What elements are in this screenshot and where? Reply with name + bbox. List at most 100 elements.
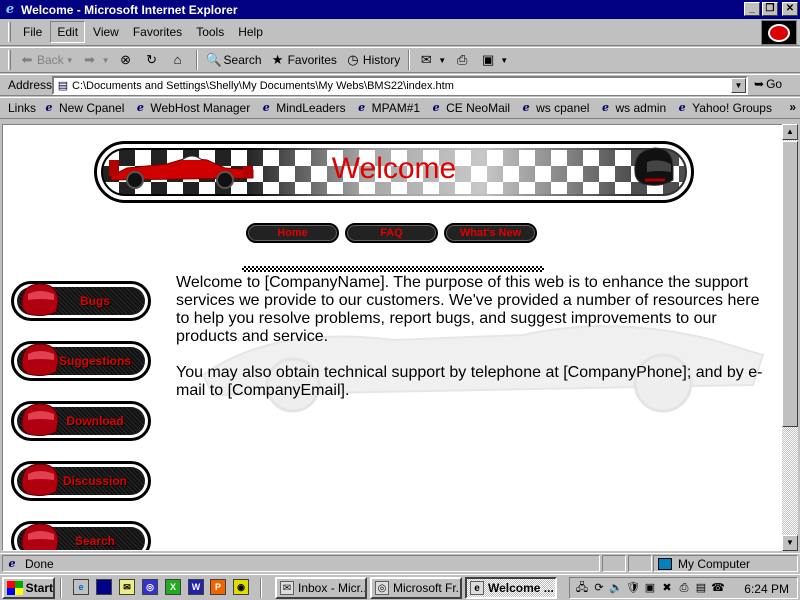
link-ws-cpanel[interactable]: e ws cpanel: [519, 101, 590, 115]
go-button[interactable]: ➥ Go: [754, 77, 782, 91]
link-icon: e: [45, 101, 53, 114]
status-bar: e Done My Computer: [0, 553, 800, 572]
link-icon: e: [601, 101, 609, 114]
start-button[interactable]: Start: [2, 577, 55, 599]
link-yahoo-groups[interactable]: e Yahoo! Groups: [675, 101, 772, 115]
edit-page-button[interactable]: ▣ ▼: [476, 50, 512, 70]
toolbar-grip[interactable]: [8, 50, 11, 70]
menu-favorites[interactable]: Favorites: [127, 22, 188, 42]
link-mpam1[interactable]: e MPAM#1: [355, 101, 420, 115]
close-button[interactable]: ✕: [782, 2, 798, 16]
link-webhost-manager[interactable]: e WebHost Manager: [133, 101, 250, 115]
system-tray: 🖧 ⟳ 🔈 🛡 ▣ ✖ ⎙ ▤ ☎ 6:24 PM: [569, 577, 798, 599]
menu-edit[interactable]: Edit: [50, 21, 86, 43]
home-button[interactable]: ⌂: [166, 50, 192, 70]
frontpage-icon: ◎: [375, 581, 389, 595]
maximize-button[interactable]: ❐: [762, 2, 778, 16]
side-bugs-button[interactable]: Bugs: [11, 281, 151, 321]
back-dropdown-icon[interactable]: ▼: [66, 56, 74, 65]
menu-view[interactable]: View: [87, 22, 125, 42]
vertical-scrollbar[interactable]: ▲ ▼: [782, 124, 798, 551]
nav-home-button[interactable]: Home: [246, 223, 339, 243]
scroll-thumb[interactable]: [782, 141, 798, 427]
side-button-label: Download: [66, 414, 124, 428]
quicklaunch-word-icon[interactable]: W: [188, 579, 204, 595]
link-mindleaders[interactable]: e MindLeaders: [259, 101, 346, 115]
side-button-label: Discussion: [62, 474, 128, 488]
antivirus-icon[interactable]: 🛡: [625, 580, 641, 596]
mail-button[interactable]: ✉ ▼: [414, 50, 450, 70]
forward-dropdown-icon[interactable]: ▼: [102, 56, 110, 65]
back-button[interactable]: ⬅ Back ▼: [15, 50, 78, 70]
stop-icon: ⊗: [120, 52, 131, 67]
links-more-button[interactable]: »: [789, 100, 796, 114]
side-navigation: Bugs Suggestions Download Discussion Sea…: [11, 281, 153, 550]
monitor-icon[interactable]: ▤: [693, 580, 709, 596]
clock[interactable]: 6:24 PM: [744, 582, 789, 596]
side-suggestions-button[interactable]: Suggestions: [11, 341, 151, 381]
address-bar: Address ▤ C:\Documents and Settings\Shel…: [0, 74, 800, 96]
quicklaunch-outlook-icon[interactable]: ✉: [119, 579, 135, 595]
quicklaunch-powerpoint-icon[interactable]: P: [210, 579, 226, 595]
taskbar-divider: [60, 578, 62, 598]
ie-logo-icon: e: [5, 1, 15, 17]
link-ce-neomail[interactable]: e CE NeoMail: [429, 101, 511, 115]
brand-logo-icon: [761, 20, 797, 45]
address-input[interactable]: ▤ C:\Documents and Settings\Shelly\My Do…: [52, 76, 748, 95]
menu-file[interactable]: File: [17, 22, 48, 42]
task-welcome[interactable]: e Welcome ...: [465, 577, 557, 599]
task-frontpage[interactable]: ◎ Microsoft Fr...: [370, 577, 462, 599]
search-button[interactable]: 🔍 Search: [202, 50, 266, 70]
menubar-grip[interactable]: [8, 22, 11, 42]
menu-help[interactable]: Help: [232, 22, 269, 42]
main-text: Welcome to [CompanyName]. The purpose of…: [176, 274, 768, 418]
links-bar: Links e New Cpanel e WebHost Manager e Mind…: [0, 97, 800, 119]
task-inbox[interactable]: ✉ Inbox - Micr...: [275, 577, 367, 599]
task-label: Inbox - Micr...: [298, 581, 367, 595]
link-icon: e: [358, 101, 366, 114]
quicklaunch-app-icon[interactable]: ◉: [233, 579, 249, 595]
menu-tools[interactable]: Tools: [190, 22, 230, 42]
link-ws-admin[interactable]: e ws admin: [598, 101, 666, 115]
favorites-button[interactable]: ★ Favorites: [266, 50, 341, 70]
minimize-button[interactable]: _: [744, 2, 760, 16]
edit-page-icon: ▣: [482, 52, 495, 67]
nav-whats-new-button[interactable]: What's New: [444, 223, 537, 243]
address-label: Address: [8, 78, 53, 92]
scroll-up-button[interactable]: ▲: [782, 124, 798, 140]
printer-icon[interactable]: ⎙: [676, 580, 692, 596]
quicklaunch-ie-icon[interactable]: e: [73, 579, 89, 595]
side-search-button[interactable]: Search: [11, 521, 151, 550]
quicklaunch-frontpage-icon[interactable]: ◎: [142, 579, 158, 595]
volume-icon[interactable]: 🔈: [608, 580, 624, 596]
link-new-cpanel[interactable]: e New Cpanel: [42, 101, 125, 115]
status-cell: [602, 555, 626, 572]
side-button-label: Suggestions: [58, 354, 131, 368]
address-value[interactable]: C:\Documents and Settings\Shelly\My Docu…: [72, 80, 731, 92]
address-dropdown-icon[interactable]: ▼: [731, 78, 746, 93]
forward-button[interactable]: ➡ ▼: [78, 50, 114, 70]
toolbar-separator: [408, 50, 411, 70]
status-text: Done: [25, 556, 54, 571]
print-button[interactable]: ⎙: [450, 50, 476, 70]
nav-faq-button[interactable]: FAQ: [345, 223, 438, 243]
scroll-down-button[interactable]: ▼: [782, 535, 798, 551]
side-download-button[interactable]: Download: [11, 401, 151, 441]
edit-dropdown-icon[interactable]: ▼: [500, 56, 508, 65]
standard-toolbar: ⬅ Back ▼ ➡ ▼ ⊗ ↻ ⌂ 🔍 Search ★ Favorites …: [0, 47, 800, 73]
display-icon[interactable]: ▣: [642, 580, 658, 596]
taskbar-divider: [260, 578, 262, 598]
quicklaunch-desktop-icon[interactable]: [96, 579, 112, 595]
sync-icon[interactable]: ⟳: [591, 580, 607, 596]
phone-icon[interactable]: ☎: [710, 580, 726, 596]
mail-dropdown-icon[interactable]: ▼: [438, 56, 446, 65]
stop-button[interactable]: ⊗: [114, 50, 140, 70]
history-button[interactable]: ◷ History: [341, 50, 404, 70]
alert-icon[interactable]: ✖: [659, 580, 675, 596]
refresh-button[interactable]: ↻: [140, 50, 166, 70]
start-label: Start: [25, 581, 53, 595]
side-discussion-button[interactable]: Discussion: [11, 461, 151, 501]
network-icon[interactable]: 🖧: [574, 580, 590, 596]
window-title: Welcome - Microsoft Internet Explorer: [21, 2, 238, 17]
quicklaunch-excel-icon[interactable]: X: [165, 579, 181, 595]
